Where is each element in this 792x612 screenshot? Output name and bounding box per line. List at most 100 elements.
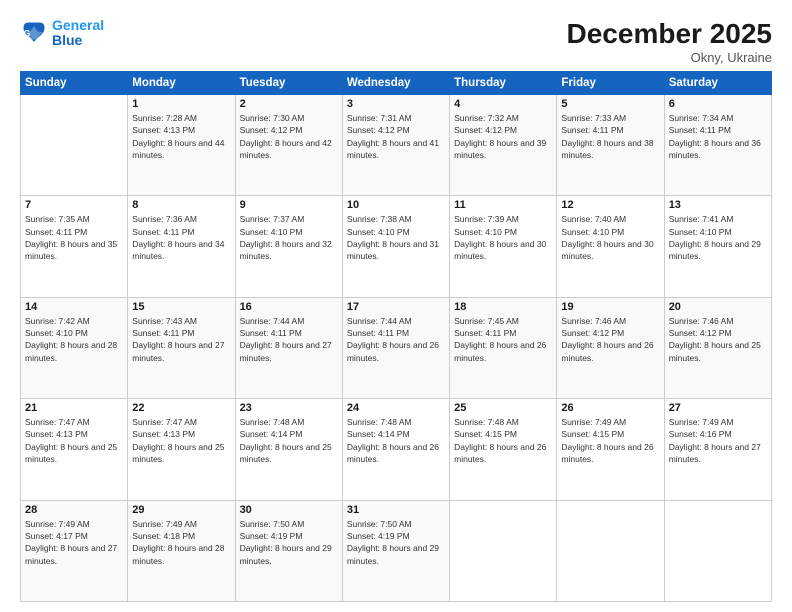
day-cell-3-5: 26 Sunrise: 7:49 AMSunset: 4:15 PMDaylig… [557, 399, 664, 500]
day-number: 10 [347, 199, 445, 211]
col-tuesday: Tuesday [235, 72, 342, 95]
day-cell-2-3: 17 Sunrise: 7:44 AMSunset: 4:11 PMDaylig… [342, 297, 449, 398]
day-info: Sunrise: 7:49 AMSunset: 4:17 PMDaylight:… [25, 518, 123, 567]
day-cell-0-5: 5 Sunrise: 7:33 AMSunset: 4:11 PMDayligh… [557, 95, 664, 196]
week-row-4: 21 Sunrise: 7:47 AMSunset: 4:13 PMDaylig… [21, 399, 772, 500]
day-number: 27 [669, 402, 767, 414]
week-row-1: 1 Sunrise: 7:28 AMSunset: 4:13 PMDayligh… [21, 95, 772, 196]
day-number: 17 [347, 301, 445, 313]
day-info: Sunrise: 7:49 AMSunset: 4:18 PMDaylight:… [132, 518, 230, 567]
day-info: Sunrise: 7:42 AMSunset: 4:10 PMDaylight:… [25, 315, 123, 364]
day-cell-2-6: 20 Sunrise: 7:46 AMSunset: 4:12 PMDaylig… [664, 297, 771, 398]
day-number: 2 [240, 98, 338, 110]
col-monday: Monday [128, 72, 235, 95]
week-row-5: 28 Sunrise: 7:49 AMSunset: 4:17 PMDaylig… [21, 500, 772, 601]
day-number: 7 [25, 199, 123, 211]
day-cell-0-6: 6 Sunrise: 7:34 AMSunset: 4:11 PMDayligh… [664, 95, 771, 196]
day-number: 24 [347, 402, 445, 414]
day-info: Sunrise: 7:32 AMSunset: 4:12 PMDaylight:… [454, 112, 552, 161]
day-cell-4-0: 28 Sunrise: 7:49 AMSunset: 4:17 PMDaylig… [21, 500, 128, 601]
day-number: 22 [132, 402, 230, 414]
day-number: 12 [561, 199, 659, 211]
day-cell-3-3: 24 Sunrise: 7:48 AMSunset: 4:14 PMDaylig… [342, 399, 449, 500]
day-info: Sunrise: 7:48 AMSunset: 4:15 PMDaylight:… [454, 416, 552, 465]
day-cell-1-1: 8 Sunrise: 7:36 AMSunset: 4:11 PMDayligh… [128, 196, 235, 297]
day-cell-4-6 [664, 500, 771, 601]
day-number: 16 [240, 301, 338, 313]
day-cell-2-0: 14 Sunrise: 7:42 AMSunset: 4:10 PMDaylig… [21, 297, 128, 398]
day-info: Sunrise: 7:49 AMSunset: 4:16 PMDaylight:… [669, 416, 767, 465]
day-cell-4-3: 31 Sunrise: 7:50 AMSunset: 4:19 PMDaylig… [342, 500, 449, 601]
day-cell-1-2: 9 Sunrise: 7:37 AMSunset: 4:10 PMDayligh… [235, 196, 342, 297]
day-info: Sunrise: 7:40 AMSunset: 4:10 PMDaylight:… [561, 213, 659, 262]
day-number: 18 [454, 301, 552, 313]
day-number: 23 [240, 402, 338, 414]
day-number: 31 [347, 504, 445, 516]
day-number: 20 [669, 301, 767, 313]
day-number: 4 [454, 98, 552, 110]
day-info: Sunrise: 7:49 AMSunset: 4:15 PMDaylight:… [561, 416, 659, 465]
day-cell-3-4: 25 Sunrise: 7:48 AMSunset: 4:15 PMDaylig… [450, 399, 557, 500]
header: G General Blue December 2025 Okny, Ukrai… [20, 18, 772, 65]
day-number: 28 [25, 504, 123, 516]
day-cell-3-2: 23 Sunrise: 7:48 AMSunset: 4:14 PMDaylig… [235, 399, 342, 500]
col-sunday: Sunday [21, 72, 128, 95]
day-number: 5 [561, 98, 659, 110]
day-info: Sunrise: 7:44 AMSunset: 4:11 PMDaylight:… [240, 315, 338, 364]
day-number: 9 [240, 199, 338, 211]
day-info: Sunrise: 7:50 AMSunset: 4:19 PMDaylight:… [347, 518, 445, 567]
day-info: Sunrise: 7:36 AMSunset: 4:11 PMDaylight:… [132, 213, 230, 262]
day-info: Sunrise: 7:47 AMSunset: 4:13 PMDaylight:… [132, 416, 230, 465]
day-info: Sunrise: 7:45 AMSunset: 4:11 PMDaylight:… [454, 315, 552, 364]
day-number: 30 [240, 504, 338, 516]
svg-text:G: G [24, 29, 31, 39]
day-cell-3-6: 27 Sunrise: 7:49 AMSunset: 4:16 PMDaylig… [664, 399, 771, 500]
day-info: Sunrise: 7:46 AMSunset: 4:12 PMDaylight:… [669, 315, 767, 364]
logo-general: General [52, 17, 104, 33]
day-cell-0-4: 4 Sunrise: 7:32 AMSunset: 4:12 PMDayligh… [450, 95, 557, 196]
day-info: Sunrise: 7:28 AMSunset: 4:13 PMDaylight:… [132, 112, 230, 161]
logo-icon: G [20, 19, 48, 47]
day-cell-0-3: 3 Sunrise: 7:31 AMSunset: 4:12 PMDayligh… [342, 95, 449, 196]
day-cell-1-3: 10 Sunrise: 7:38 AMSunset: 4:10 PMDaylig… [342, 196, 449, 297]
day-info: Sunrise: 7:38 AMSunset: 4:10 PMDaylight:… [347, 213, 445, 262]
day-number: 11 [454, 199, 552, 211]
day-cell-4-1: 29 Sunrise: 7:49 AMSunset: 4:18 PMDaylig… [128, 500, 235, 601]
day-number: 26 [561, 402, 659, 414]
day-number: 19 [561, 301, 659, 313]
calendar-header-row: Sunday Monday Tuesday Wednesday Thursday… [21, 72, 772, 95]
logo: G General Blue [20, 18, 104, 49]
day-number: 29 [132, 504, 230, 516]
col-wednesday: Wednesday [342, 72, 449, 95]
location: Okny, Ukraine [567, 50, 772, 65]
day-cell-4-5 [557, 500, 664, 601]
day-cell-2-1: 15 Sunrise: 7:43 AMSunset: 4:11 PMDaylig… [128, 297, 235, 398]
day-cell-2-2: 16 Sunrise: 7:44 AMSunset: 4:11 PMDaylig… [235, 297, 342, 398]
day-info: Sunrise: 7:44 AMSunset: 4:11 PMDaylight:… [347, 315, 445, 364]
col-thursday: Thursday [450, 72, 557, 95]
col-friday: Friday [557, 72, 664, 95]
day-cell-1-4: 11 Sunrise: 7:39 AMSunset: 4:10 PMDaylig… [450, 196, 557, 297]
day-info: Sunrise: 7:37 AMSunset: 4:10 PMDaylight:… [240, 213, 338, 262]
week-row-3: 14 Sunrise: 7:42 AMSunset: 4:10 PMDaylig… [21, 297, 772, 398]
day-info: Sunrise: 7:30 AMSunset: 4:12 PMDaylight:… [240, 112, 338, 161]
day-cell-2-4: 18 Sunrise: 7:45 AMSunset: 4:11 PMDaylig… [450, 297, 557, 398]
day-number: 6 [669, 98, 767, 110]
day-info: Sunrise: 7:35 AMSunset: 4:11 PMDaylight:… [25, 213, 123, 262]
day-cell-3-0: 21 Sunrise: 7:47 AMSunset: 4:13 PMDaylig… [21, 399, 128, 500]
day-info: Sunrise: 7:41 AMSunset: 4:10 PMDaylight:… [669, 213, 767, 262]
day-number: 21 [25, 402, 123, 414]
day-cell-3-1: 22 Sunrise: 7:47 AMSunset: 4:13 PMDaylig… [128, 399, 235, 500]
day-info: Sunrise: 7:43 AMSunset: 4:11 PMDaylight:… [132, 315, 230, 364]
day-info: Sunrise: 7:34 AMSunset: 4:11 PMDaylight:… [669, 112, 767, 161]
day-info: Sunrise: 7:48 AMSunset: 4:14 PMDaylight:… [240, 416, 338, 465]
day-number: 8 [132, 199, 230, 211]
title-block: December 2025 Okny, Ukraine [567, 18, 772, 65]
day-cell-2-5: 19 Sunrise: 7:46 AMSunset: 4:12 PMDaylig… [557, 297, 664, 398]
day-cell-4-4 [450, 500, 557, 601]
day-cell-1-6: 13 Sunrise: 7:41 AMSunset: 4:10 PMDaylig… [664, 196, 771, 297]
day-number: 25 [454, 402, 552, 414]
day-cell-1-5: 12 Sunrise: 7:40 AMSunset: 4:10 PMDaylig… [557, 196, 664, 297]
day-cell-0-2: 2 Sunrise: 7:30 AMSunset: 4:12 PMDayligh… [235, 95, 342, 196]
day-info: Sunrise: 7:33 AMSunset: 4:11 PMDaylight:… [561, 112, 659, 161]
